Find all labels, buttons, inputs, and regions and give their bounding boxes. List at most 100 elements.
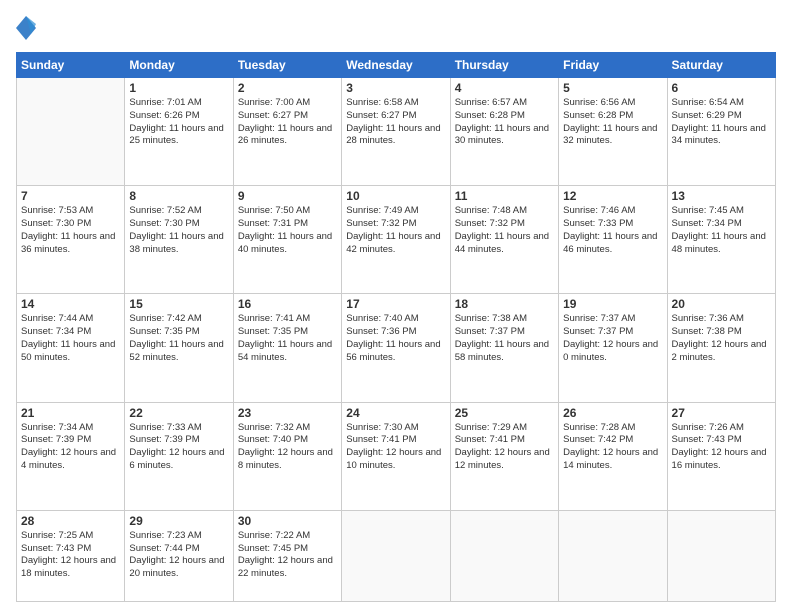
calendar-cell [342, 510, 450, 601]
day-info: Sunrise: 7:33 AMSunset: 7:39 PMDaylight:… [129, 422, 228, 473]
weekday-header-saturday: Saturday [667, 53, 775, 78]
day-info: Sunrise: 7:34 AMSunset: 7:39 PMDaylight:… [21, 422, 120, 473]
day-number: 9 [238, 189, 337, 203]
day-info: Sunrise: 7:25 AMSunset: 7:43 PMDaylight:… [21, 530, 120, 581]
day-number: 21 [21, 406, 120, 420]
calendar-cell [667, 510, 775, 601]
logo-icon [16, 14, 36, 42]
day-number: 27 [672, 406, 771, 420]
day-info: Sunrise: 7:38 AMSunset: 7:37 PMDaylight:… [455, 313, 554, 364]
page: SundayMondayTuesdayWednesdayThursdayFrid… [0, 0, 792, 612]
calendar-cell: 17 Sunrise: 7:40 AMSunset: 7:36 PMDayligh… [342, 294, 450, 402]
day-number: 6 [672, 81, 771, 95]
calendar-cell: 8Sunrise: 7:52 AMSunset: 7:30 PMDaylight… [125, 186, 233, 294]
day-info: Sunrise: 7:48 AMSunset: 7:32 PMDaylight:… [455, 205, 554, 256]
week-row-1: 1Sunrise: 7:01 AMSunset: 6:26 PMDaylight… [17, 78, 776, 186]
day-info: Sunrise: 7:22 AMSunset: 7:45 PMDaylight:… [238, 530, 337, 581]
day-number: 11 [455, 189, 554, 203]
calendar-cell: 13 Sunrise: 7:45 AMSunset: 7:34 PMDayligh… [667, 186, 775, 294]
calendar-cell: 20 Sunrise: 7:36 AMSunset: 7:38 PMDayligh… [667, 294, 775, 402]
calendar-cell: 25 Sunrise: 7:29 AMSunset: 7:41 PMDayligh… [450, 402, 558, 510]
week-row-2: 7 Sunrise: 7:53 AMSunset: 7:30 PMDaylight… [17, 186, 776, 294]
calendar-cell: 28 Sunrise: 7:25 AMSunset: 7:43 PMDayligh… [17, 510, 125, 601]
calendar-cell: 21 Sunrise: 7:34 AMSunset: 7:39 PMDayligh… [17, 402, 125, 510]
day-number: 5 [563, 81, 662, 95]
calendar-cell: 19Sunrise: 7:37 AMSunset: 7:37 PMDayligh… [559, 294, 667, 402]
day-number: 22 [129, 406, 228, 420]
day-number: 29 [129, 514, 228, 528]
day-info: Sunrise: 7:50 AMSunset: 7:31 PMDaylight:… [238, 205, 337, 256]
day-info: Sunrise: 7:29 AMSunset: 7:41 PMDaylight:… [455, 422, 554, 473]
day-info: Sunrise: 7:49 AMSunset: 7:32 PMDaylight:… [346, 205, 445, 256]
day-info: Sunrise: 7:26 AMSunset: 7:43 PMDaylight:… [672, 422, 771, 473]
day-number: 13 [672, 189, 771, 203]
calendar-cell: 6 Sunrise: 6:54 AMSunset: 6:29 PMDaylight… [667, 78, 775, 186]
day-number: 2 [238, 81, 337, 95]
day-number: 18 [455, 297, 554, 311]
calendar-cell: 3 Sunrise: 6:58 AMSunset: 6:27 PMDaylight… [342, 78, 450, 186]
day-info: Sunrise: 7:28 AMSunset: 7:42 PMDaylight:… [563, 422, 662, 473]
calendar-table: SundayMondayTuesdayWednesdayThursdayFrid… [16, 52, 776, 602]
calendar-cell: 12 Sunrise: 7:46 AMSunset: 7:33 PMDayligh… [559, 186, 667, 294]
day-info: Sunrise: 7:30 AMSunset: 7:41 PMDaylight:… [346, 422, 445, 473]
day-info: Sunrise: 6:57 AMSunset: 6:28 PMDaylight:… [455, 97, 554, 148]
day-info: Sunrise: 7:01 AMSunset: 6:26 PMDaylight:… [129, 97, 228, 148]
calendar-cell: 2 Sunrise: 7:00 AMSunset: 6:27 PMDaylight… [233, 78, 341, 186]
calendar-cell: 15 Sunrise: 7:42 AMSunset: 7:35 PMDayligh… [125, 294, 233, 402]
day-info: Sunrise: 6:54 AMSunset: 6:29 PMDaylight:… [672, 97, 771, 148]
day-info: Sunrise: 7:00 AMSunset: 6:27 PMDaylight:… [238, 97, 337, 148]
day-info: Sunrise: 7:44 AMSunset: 7:34 PMDaylight:… [21, 313, 120, 364]
day-number: 20 [672, 297, 771, 311]
day-number: 17 [346, 297, 445, 311]
calendar-cell: 14 Sunrise: 7:44 AMSunset: 7:34 PMDayligh… [17, 294, 125, 402]
calendar-cell: 7 Sunrise: 7:53 AMSunset: 7:30 PMDaylight… [17, 186, 125, 294]
day-number: 30 [238, 514, 337, 528]
calendar-cell: 30 Sunrise: 7:22 AMSunset: 7:45 PMDayligh… [233, 510, 341, 601]
weekday-header-monday: Monday [125, 53, 233, 78]
day-number: 12 [563, 189, 662, 203]
day-info: Sunrise: 6:58 AMSunset: 6:27 PMDaylight:… [346, 97, 445, 148]
day-number: 10 [346, 189, 445, 203]
calendar-cell: 27 Sunrise: 7:26 AMSunset: 7:43 PMDayligh… [667, 402, 775, 510]
week-row-5: 28 Sunrise: 7:25 AMSunset: 7:43 PMDayligh… [17, 510, 776, 601]
day-number: 26 [563, 406, 662, 420]
calendar-cell: 5 Sunrise: 6:56 AMSunset: 6:28 PMDaylight… [559, 78, 667, 186]
week-row-3: 14 Sunrise: 7:44 AMSunset: 7:34 PMDayligh… [17, 294, 776, 402]
calendar-cell: 10 Sunrise: 7:49 AMSunset: 7:32 PMDayligh… [342, 186, 450, 294]
day-info: Sunrise: 7:36 AMSunset: 7:38 PMDaylight:… [672, 313, 771, 364]
day-info: Sunrise: 7:42 AMSunset: 7:35 PMDaylight:… [129, 313, 228, 364]
day-number: 8 [129, 189, 228, 203]
weekday-header-thursday: Thursday [450, 53, 558, 78]
weekday-header-friday: Friday [559, 53, 667, 78]
day-info: Sunrise: 7:46 AMSunset: 7:33 PMDaylight:… [563, 205, 662, 256]
day-number: 24 [346, 406, 445, 420]
day-info: Sunrise: 7:32 AMSunset: 7:40 PMDaylight:… [238, 422, 337, 473]
weekday-header-sunday: Sunday [17, 53, 125, 78]
day-number: 14 [21, 297, 120, 311]
day-number: 25 [455, 406, 554, 420]
day-number: 23 [238, 406, 337, 420]
day-info: Sunrise: 7:53 AMSunset: 7:30 PMDaylight:… [21, 205, 120, 256]
day-info: Sunrise: 7:45 AMSunset: 7:34 PMDaylight:… [672, 205, 771, 256]
day-number: 16 [238, 297, 337, 311]
day-info: Sunrise: 7:40 AMSunset: 7:36 PMDaylight:… [346, 313, 445, 364]
calendar-cell: 23 Sunrise: 7:32 AMSunset: 7:40 PMDayligh… [233, 402, 341, 510]
day-info: Sunrise: 7:41 AMSunset: 7:35 PMDaylight:… [238, 313, 337, 364]
day-info: Sunrise: 6:56 AMSunset: 6:28 PMDaylight:… [563, 97, 662, 148]
calendar-cell [17, 78, 125, 186]
day-number: 28 [21, 514, 120, 528]
day-info: Sunrise: 7:23 AMSunset: 7:44 PMDaylight:… [129, 530, 228, 581]
calendar-cell: 4Sunrise: 6:57 AMSunset: 6:28 PMDaylight… [450, 78, 558, 186]
week-row-4: 21 Sunrise: 7:34 AMSunset: 7:39 PMDayligh… [17, 402, 776, 510]
day-number: 15 [129, 297, 228, 311]
day-number: 3 [346, 81, 445, 95]
weekday-header-wednesday: Wednesday [342, 53, 450, 78]
calendar-cell: 24 Sunrise: 7:30 AMSunset: 7:41 PMDayligh… [342, 402, 450, 510]
header [16, 14, 776, 42]
calendar-cell: 26 Sunrise: 7:28 AMSunset: 7:42 PMDayligh… [559, 402, 667, 510]
day-number: 7 [21, 189, 120, 203]
calendar-cell: 11 Sunrise: 7:48 AMSunset: 7:32 PMDayligh… [450, 186, 558, 294]
day-number: 19 [563, 297, 662, 311]
calendar-cell: 1Sunrise: 7:01 AMSunset: 6:26 PMDaylight… [125, 78, 233, 186]
calendar-cell [450, 510, 558, 601]
